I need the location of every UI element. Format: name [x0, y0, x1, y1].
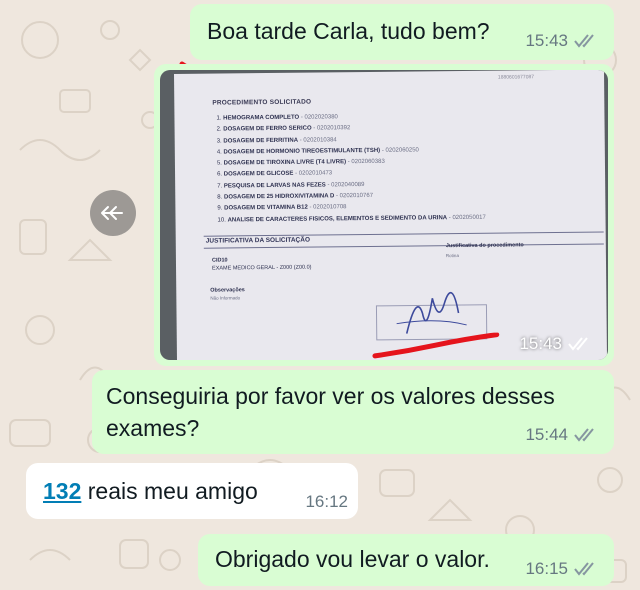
- procedure-number: 5.: [216, 160, 222, 167]
- procedure-code: - 0202010384: [298, 136, 337, 144]
- document-rule: [203, 243, 604, 249]
- message-text-rest: reais meu amigo: [81, 478, 258, 504]
- double-check-icon: [568, 337, 588, 351]
- procedure-code: - 0202060250: [380, 147, 419, 154]
- procedure-name: DOSAGEM DE TIROXINA LIVRE (T4 LIVRE): [223, 159, 347, 167]
- message-meta: 16:15: [525, 559, 600, 579]
- message-text-line: exames?: [106, 415, 200, 441]
- justification-procedure-label: Justificativa do procedimento: [445, 242, 524, 250]
- procedure-list: 1. HEMOGRAMA COMPLETO - 0202020380 2. DOS…: [216, 111, 485, 227]
- message-bubble-incoming[interactable]: 132 reais meu amigo 16:12: [26, 463, 358, 519]
- document-heading: PROCEDIMENTO SOLICITADO: [212, 98, 312, 107]
- procedure-name: DOSAGEM DE 25 HIDROXIVITAMINA D: [223, 193, 335, 201]
- double-check-icon: [574, 34, 594, 48]
- message-time: 16:15: [525, 559, 568, 578]
- double-check-icon: [574, 428, 594, 442]
- procedure-code: - 0202010708: [307, 204, 347, 211]
- procedure-name: DOSAGEM DE HORMONIO TIREOESTIMULANTE (TS…: [223, 147, 381, 156]
- message-meta: 15:43: [525, 31, 600, 51]
- image-message-meta: 15:43: [519, 334, 594, 354]
- document-rule: [203, 231, 604, 237]
- observations-value: Não Informado: [210, 295, 241, 301]
- medical-request-document: 1880601677087 PROCEDIMENTO SOLICITADO 1.…: [174, 70, 608, 360]
- procedure-number: 6.: [217, 171, 223, 179]
- procedure-name: PESQUISA DE LARVAS NAS FEZES: [223, 182, 326, 190]
- red-annotation-stroke: [372, 332, 500, 359]
- image-message-photo[interactable]: 1880601677087 PROCEDIMENTO SOLICITADO 1.…: [160, 70, 608, 360]
- message-meta: 15:44: [525, 425, 600, 445]
- message-text: Obrigado vou levar o valor.: [215, 546, 490, 572]
- observations-label: Observações: [210, 287, 245, 294]
- message-bubble-outgoing[interactable]: Conseguiria por favor ver os valores des…: [92, 370, 614, 454]
- procedure-code: - 0202020380: [299, 114, 338, 121]
- forward-button[interactable]: [90, 190, 136, 236]
- forward-arrow-icon: [101, 206, 123, 220]
- procedure-item: 10. ANALISE DE CARACTERES FISICOS, ELEME…: [217, 212, 486, 226]
- message-bubble-outgoing[interactable]: Boa tarde Carla, tudo bem? 15:43: [190, 4, 614, 60]
- procedure-code: - 0202010767: [334, 193, 374, 200]
- message-bubble-outgoing[interactable]: Obrigado vou levar o valor. 16:15: [198, 534, 614, 586]
- double-check-icon: [574, 562, 594, 576]
- message-text: Boa tarde Carla, tudo bem?: [207, 18, 490, 44]
- procedure-name: ANALISE DE CARACTERES FISICOS, ELEMENTOS…: [227, 214, 448, 224]
- procedure-name: DOSAGEM DE VITAMINA B12: [224, 204, 308, 212]
- procedure-number: 4.: [216, 149, 222, 156]
- message-time: 15:44: [525, 425, 568, 444]
- message-text: 132 reais meu amigo: [43, 475, 258, 507]
- cid-label: CID10: [211, 257, 228, 264]
- procedure-number: 1.: [216, 115, 222, 122]
- procedure-name: HEMOGRAMA COMPLETO: [223, 114, 300, 122]
- procedure-number: 3.: [216, 138, 222, 145]
- message-time: 15:43: [525, 31, 568, 50]
- procedure-name: DOSAGEM DE GLICOSE: [223, 171, 294, 178]
- document-number: 1880601677087: [497, 74, 535, 81]
- procedure-code: - 0202010392: [311, 125, 351, 132]
- procedure-code: - 0202040089: [325, 181, 365, 189]
- justification-heading: JUSTIFICATIVA DA SOLICITAÇÃO: [205, 236, 311, 245]
- procedure-number: 2.: [216, 126, 222, 133]
- procedure-name: DOSAGEM DE FERRO SERICO: [223, 125, 312, 133]
- procedure-code: - 0202010473: [293, 170, 333, 178]
- procedure-name: DOSAGEM DE FERRITINA: [223, 137, 299, 145]
- message-time: 15:43: [519, 334, 562, 353]
- cid-value: EXAME MEDICO GERAL - Z000 (Z00.0): [212, 264, 312, 272]
- procedure-code: - 0202050017: [447, 214, 486, 221]
- procedure-number: 10.: [217, 217, 226, 224]
- justification-procedure-value: Rotina: [445, 253, 459, 259]
- procedure-number: 8.: [217, 194, 223, 201]
- message-text: Conseguiria por favor ver os valores des…: [106, 380, 555, 444]
- procedure-code: - 0202060383: [346, 158, 385, 166]
- procedure-number: 9.: [217, 205, 223, 212]
- message-time: 16:12: [305, 492, 348, 511]
- phone-number-link[interactable]: 132: [43, 478, 81, 504]
- message-meta: 16:12: [305, 492, 348, 512]
- message-text-line: Conseguiria por favor ver os valores des…: [106, 383, 555, 409]
- procedure-number: 7.: [217, 183, 223, 190]
